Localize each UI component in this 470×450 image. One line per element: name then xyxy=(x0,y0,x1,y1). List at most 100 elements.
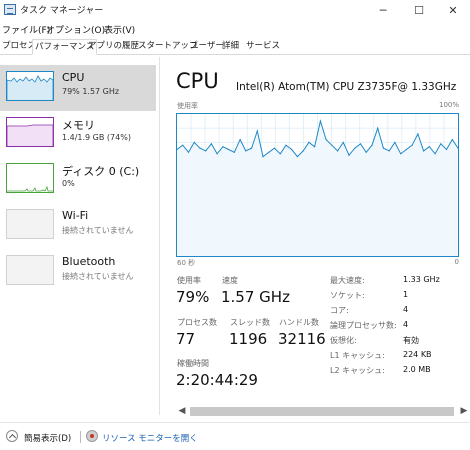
cpu-usage-point xyxy=(193,141,195,143)
minimize-button[interactable]: ─ xyxy=(366,0,400,20)
fewer-details-button[interactable]: 簡易表示(D) xyxy=(24,432,71,444)
wifi-thumbnail-graph xyxy=(6,209,54,239)
sidebar-item-detail: 1.4/1.9 GB (74%) xyxy=(62,133,131,142)
cpu-usage-point xyxy=(348,154,350,156)
cpu-usage-point xyxy=(331,144,333,146)
cpu-usage-point xyxy=(428,146,430,148)
detail-value: 1.33 GHz xyxy=(403,275,440,284)
open-resource-monitor-link[interactable]: リソース モニターを開く xyxy=(102,432,198,444)
bluetooth-thumbnail-graph xyxy=(6,255,54,285)
cpu-usage-point xyxy=(285,144,287,146)
cpu-usage-point xyxy=(423,150,425,152)
tab-bar: プロセス パフォーマンス アプリの履歴 スタートアップ ユーザー 詳細 サービス xyxy=(0,38,470,55)
threads-label: スレッド数 xyxy=(230,318,270,327)
menu-bar: ファイル(F) オプション(O) 表示(V) xyxy=(0,21,470,37)
sidebar-item-detail: 0% xyxy=(62,179,75,188)
horizontal-scrollbar[interactable]: ◀ ▶ xyxy=(176,405,470,417)
processes-value: 77 xyxy=(176,330,196,348)
cpu-detail-panel: CPU Intel(R) Atom(TM) CPU Z3735F@ 1.33GH… xyxy=(160,57,470,417)
cpu-usage-point xyxy=(337,150,339,152)
sidebar-item-label: メモリ xyxy=(62,119,95,132)
cpu-usage-point xyxy=(245,150,247,152)
scroll-right-icon[interactable]: ▶ xyxy=(458,405,470,417)
cpu-usage-point xyxy=(325,139,327,141)
cpu-usage-point xyxy=(222,146,224,148)
cpu-thumbnail-graph xyxy=(6,71,54,101)
cpu-usage-point xyxy=(319,120,321,122)
footer-bar: 簡易表示(D) リソース モニターを開く xyxy=(0,422,470,450)
cpu-usage-point xyxy=(187,151,190,153)
cpu-usage-point xyxy=(365,151,367,153)
maximize-button[interactable]: ☐ xyxy=(402,0,436,20)
cpu-usage-point xyxy=(302,150,304,152)
cpu-usage-point xyxy=(451,139,453,141)
task-manager-icon xyxy=(4,4,16,15)
cpu-usage-point xyxy=(342,141,344,143)
tab-app-history[interactable]: アプリの履歴 xyxy=(86,39,141,55)
cpu-usage-point xyxy=(199,147,201,149)
processes-label: プロセス数 xyxy=(177,318,217,327)
cpu-usage-point xyxy=(400,153,402,155)
scroll-left-icon[interactable]: ◀ xyxy=(176,405,188,417)
close-button[interactable]: ✕ xyxy=(436,0,470,20)
cpu-usage-point xyxy=(205,150,207,152)
cpu-usage-point xyxy=(279,153,281,155)
detail-label: L1 キャッシュ: xyxy=(330,351,385,360)
detail-value: 4 xyxy=(403,305,409,314)
cpu-usage-point xyxy=(262,156,264,158)
chevron-up-icon[interactable] xyxy=(6,430,18,442)
tab-details[interactable]: 詳細 xyxy=(220,39,241,55)
menu-options[interactable]: オプション(O) xyxy=(46,23,105,36)
sidebar-item-detail: 79% 1.57 GHz xyxy=(62,87,120,96)
menu-file[interactable]: ファイル(F) xyxy=(2,23,50,36)
handles-value: 32116 xyxy=(278,330,326,348)
title-bar: タスク マネージャー ─ ☐ ✕ xyxy=(0,0,470,20)
cpu-usage-point xyxy=(382,147,384,149)
cpu-usage-point xyxy=(388,150,390,152)
sidebar-item-label: Wi-Fi xyxy=(62,209,89,222)
menu-view[interactable]: 表示(V) xyxy=(104,23,135,36)
detail-label: 最大速度: xyxy=(330,276,365,285)
detail-label: ソケット: xyxy=(330,291,365,300)
sidebar-item-cpu[interactable]: CPU 79% 1.57 GHz xyxy=(0,65,156,111)
cpu-usage-point xyxy=(417,133,419,135)
cpu-usage-graph xyxy=(176,113,459,257)
page-title: CPU xyxy=(176,69,219,93)
footer-divider xyxy=(80,431,81,443)
cpu-model-name: Intel(R) Atom(TM) CPU Z3735F@ 1.33GHz xyxy=(236,81,457,93)
detail-label: 仮想化: xyxy=(330,336,357,345)
sidebar-item-wifi[interactable]: Wi-Fi 接続されていません xyxy=(0,203,156,249)
utilization-value: 79% xyxy=(176,288,210,306)
cpu-usage-point xyxy=(251,147,253,149)
disk-thumbnail-graph xyxy=(6,163,54,193)
cpu-usage-point xyxy=(371,144,373,146)
detail-value: 4 xyxy=(403,320,409,329)
detail-label: コア: xyxy=(330,306,349,315)
cpu-usage-point xyxy=(273,147,276,149)
sidebar-item-bluetooth[interactable]: Bluetooth 接続されていません xyxy=(0,249,156,295)
cpu-usage-point xyxy=(354,147,356,149)
cpu-usage-point xyxy=(434,153,436,155)
cpu-usage-point xyxy=(296,156,298,158)
speed-label: 速度 xyxy=(222,276,238,285)
graph-y-max: 100% xyxy=(438,101,459,109)
sidebar-item-memory[interactable]: メモリ 1.4/1.9 GB (74%) xyxy=(0,111,156,157)
uptime-value: 2:20:44:29 xyxy=(176,371,258,389)
sidebar-item-detail: 接続されていません xyxy=(62,226,134,235)
cpu-usage-point xyxy=(405,148,407,151)
scrollbar-thumb[interactable] xyxy=(190,407,454,416)
sidebar-item-detail: 接続されていません xyxy=(62,272,134,281)
cpu-usage-point xyxy=(291,148,293,151)
speed-value: 1.57 GHz xyxy=(221,288,290,306)
cpu-usage-point xyxy=(359,143,362,145)
detail-value: 2.0 MB xyxy=(403,365,431,374)
cpu-usage-point xyxy=(394,141,396,143)
cpu-usage-point xyxy=(268,151,270,153)
tab-services[interactable]: サービス xyxy=(244,39,282,55)
cpu-usage-point xyxy=(233,151,235,153)
sidebar-item-label: CPU xyxy=(62,71,85,84)
cpu-usage-point xyxy=(239,139,241,141)
cpu-usage-point xyxy=(440,143,442,145)
sidebar-item-disk[interactable]: ディスク 0 (C:) 0% xyxy=(0,157,156,203)
detail-label: 論理プロセッサ数: xyxy=(330,321,397,330)
